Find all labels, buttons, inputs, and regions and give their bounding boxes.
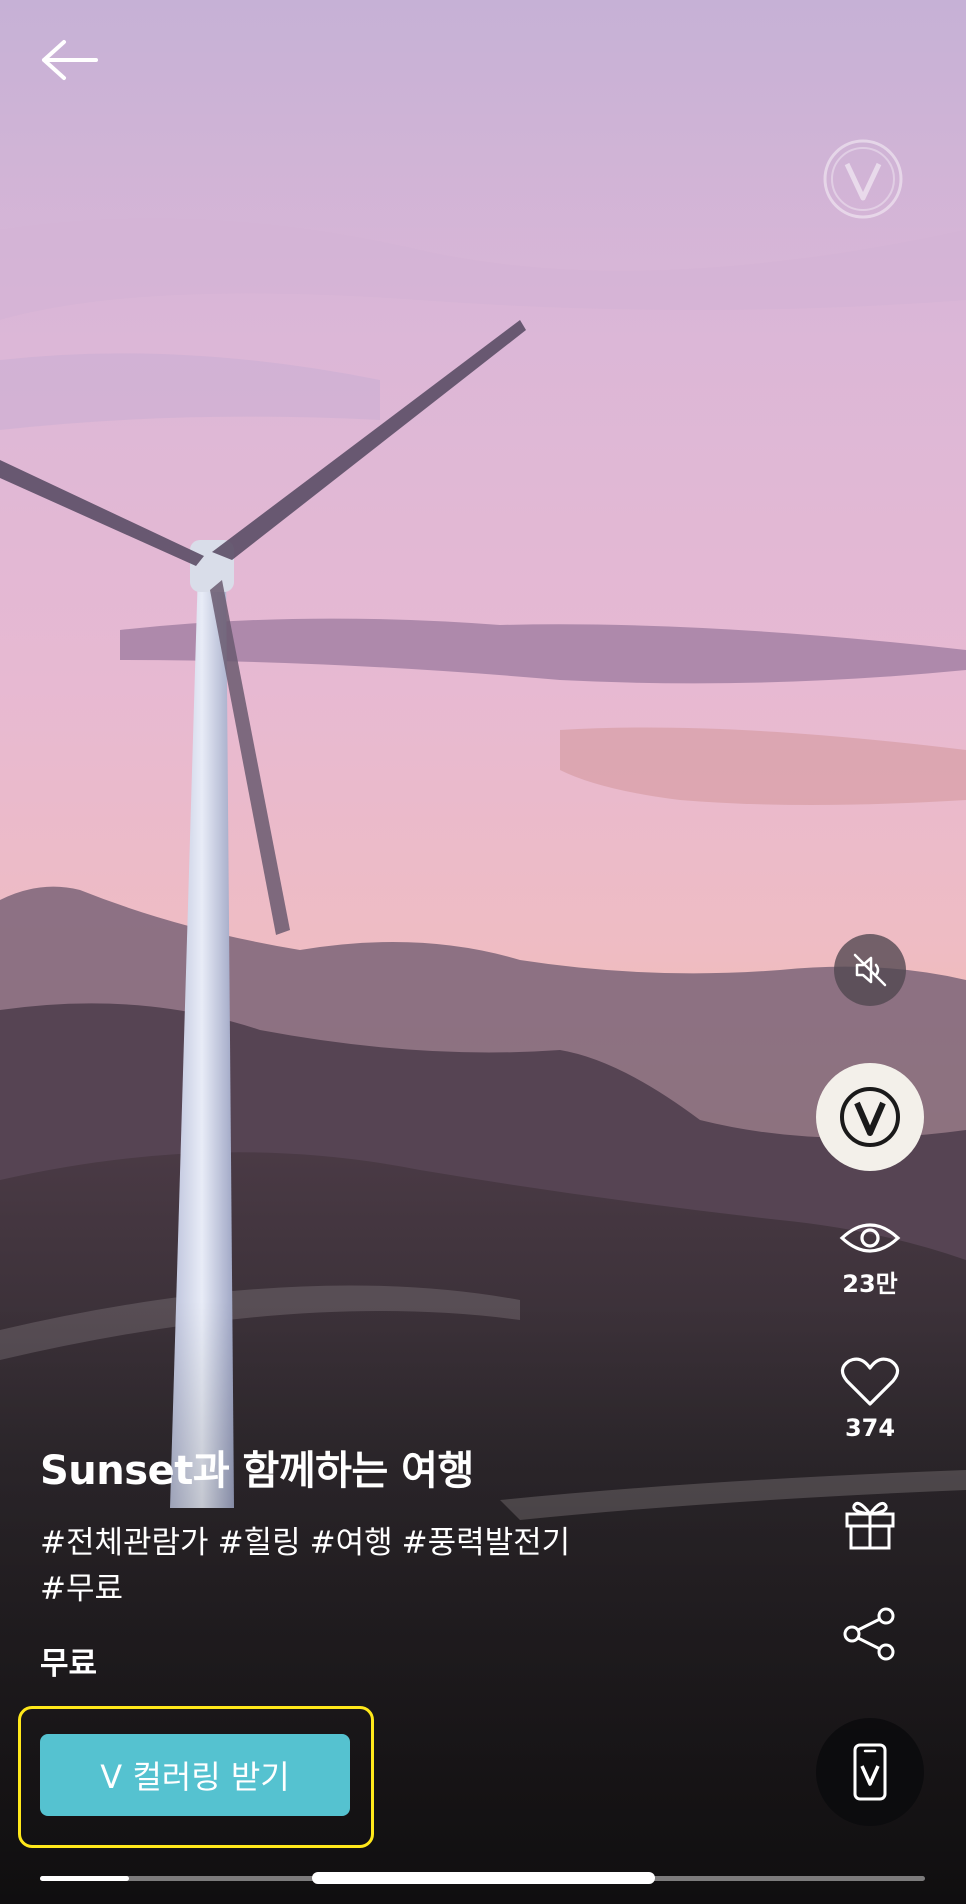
gift-button[interactable]	[838, 1490, 902, 1554]
views-stat[interactable]: 23만	[816, 1218, 924, 1299]
likes-count: 374	[844, 1414, 896, 1442]
get-vcoloring-button[interactable]: V 컬러링 받기	[40, 1734, 350, 1816]
video-progress-fill	[40, 1876, 129, 1881]
share-icon	[843, 1607, 895, 1661]
video-title: Sunset과 함께하는 여행	[40, 1448, 474, 1494]
phone-ringback-button[interactable]	[816, 1718, 924, 1826]
price-label: 무료	[40, 1646, 98, 1682]
tag-item[interactable]: #전체관람가	[40, 1520, 209, 1566]
share-button[interactable]	[838, 1602, 902, 1666]
speaker-muted-icon	[853, 953, 887, 987]
arrow-left-icon	[42, 40, 98, 80]
tag-item[interactable]: #여행	[310, 1520, 393, 1566]
v-circle-icon	[840, 1087, 900, 1147]
v-logo-icon	[820, 136, 906, 222]
home-indicator	[312, 1872, 655, 1884]
like-button[interactable]: 374	[816, 1356, 924, 1442]
phone-v-icon	[853, 1743, 887, 1801]
tag-list: #전체관람가 #힐링 #여행 #풍력발전기 #무료	[40, 1520, 660, 1612]
video-info: Sunset과 함께하는 여행 #전체관람가 #힐링 #여행 #풍력발전기 #무료 무료	[40, 1438, 680, 1683]
vcolor-button[interactable]	[816, 1063, 924, 1171]
back-button[interactable]	[34, 30, 104, 90]
heart-icon	[840, 1357, 900, 1406]
mute-button[interactable]	[834, 934, 906, 1006]
gift-icon	[845, 1501, 895, 1550]
tag-item[interactable]: #힐링	[218, 1520, 301, 1566]
views-count: 23만	[842, 1270, 898, 1298]
tag-item[interactable]: #무료	[40, 1566, 123, 1612]
tag-item[interactable]: #풍력발전기	[402, 1520, 571, 1566]
eye-icon	[839, 1223, 901, 1253]
